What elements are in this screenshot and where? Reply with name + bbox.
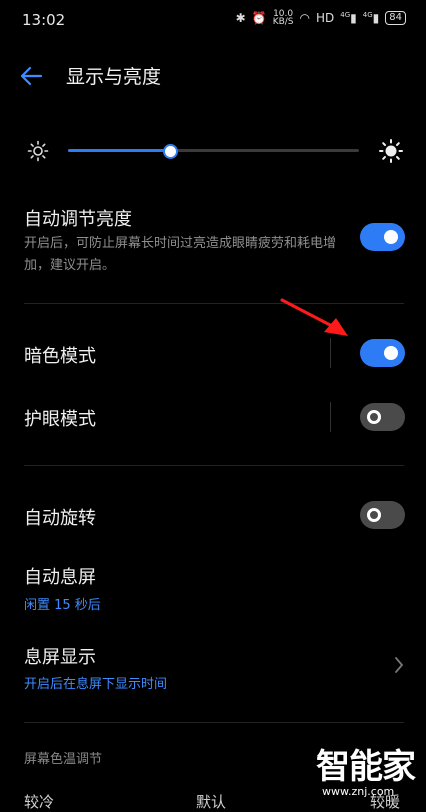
brightness-low-icon	[27, 140, 49, 162]
aod-desc: 开启后在息屏下显示时间	[24, 677, 168, 692]
toggle-knob	[367, 508, 381, 522]
eye-care-title: 护眼模式	[24, 409, 96, 430]
dark-mode-toggle[interactable]	[360, 339, 405, 367]
network-speed: 10.0 KB/S	[272, 9, 294, 27]
auto-lock-title[interactable]: 自动息屏	[24, 563, 96, 589]
watermark-url: www.znj.com	[322, 785, 395, 798]
status-time: 13:02	[22, 11, 66, 29]
status-icons: ✱ ⏰ 10.0 KB/S ◠ HD 4G▮ 4G▮ 84	[235, 9, 406, 27]
toggle-knob	[384, 346, 398, 360]
dark-mode-title: 暗色模式	[24, 346, 96, 367]
brightness-high-icon	[379, 139, 403, 163]
auto-lock-value: 闲置 15 秒后	[24, 598, 101, 613]
signal-icon-1: 4G▮	[340, 11, 357, 25]
toggle-knob	[367, 410, 381, 424]
brightness-slider-thumb[interactable]	[162, 144, 178, 159]
wifi-icon: ◠	[299, 11, 310, 25]
battery-icon: 84	[385, 11, 406, 25]
alarm-icon: ⏰	[251, 11, 267, 25]
watermark-text: 智能家	[316, 747, 416, 787]
row-separator	[330, 338, 331, 368]
page-title: 显示与亮度	[66, 66, 162, 88]
divider	[24, 722, 404, 723]
auto-rotate-title: 自动旋转	[24, 508, 96, 529]
auto-brightness-desc: 开启后，可防止屏幕长时间过亮造成眼睛疲劳和耗电增加，建议开启。	[24, 236, 337, 273]
toggle-knob	[384, 230, 398, 244]
divider	[24, 465, 404, 466]
bluetooth-icon: ✱	[235, 11, 246, 25]
watermark-logo: 智能家 www.znj.com	[316, 748, 416, 800]
auto-brightness-toggle[interactable]	[360, 223, 405, 251]
annotation-arrow-icon	[280, 298, 348, 336]
row-separator	[330, 402, 331, 432]
back-arrow-icon[interactable]	[18, 63, 44, 89]
auto-rotate-toggle[interactable]	[360, 501, 405, 529]
signal-icon-2: 4G▮	[362, 11, 380, 25]
auto-brightness-title: 自动调节亮度	[24, 209, 132, 230]
color-temp-section-title: 屏幕色温调节	[24, 752, 103, 767]
hd-label: HD	[316, 11, 335, 25]
brightness-slider[interactable]	[68, 144, 359, 159]
status-bar: 13:02 ✱ ⏰ 10.0 KB/S ◠ HD 4G▮ 4G▮ 84	[0, 0, 426, 40]
brightness-slider-fill	[68, 149, 170, 152]
chevron-right-icon[interactable]	[393, 655, 405, 675]
aod-title[interactable]: 息屏显示	[24, 643, 96, 669]
header: 显示与亮度	[0, 50, 426, 102]
eye-care-toggle[interactable]	[360, 403, 405, 431]
brightness-row	[0, 130, 426, 174]
